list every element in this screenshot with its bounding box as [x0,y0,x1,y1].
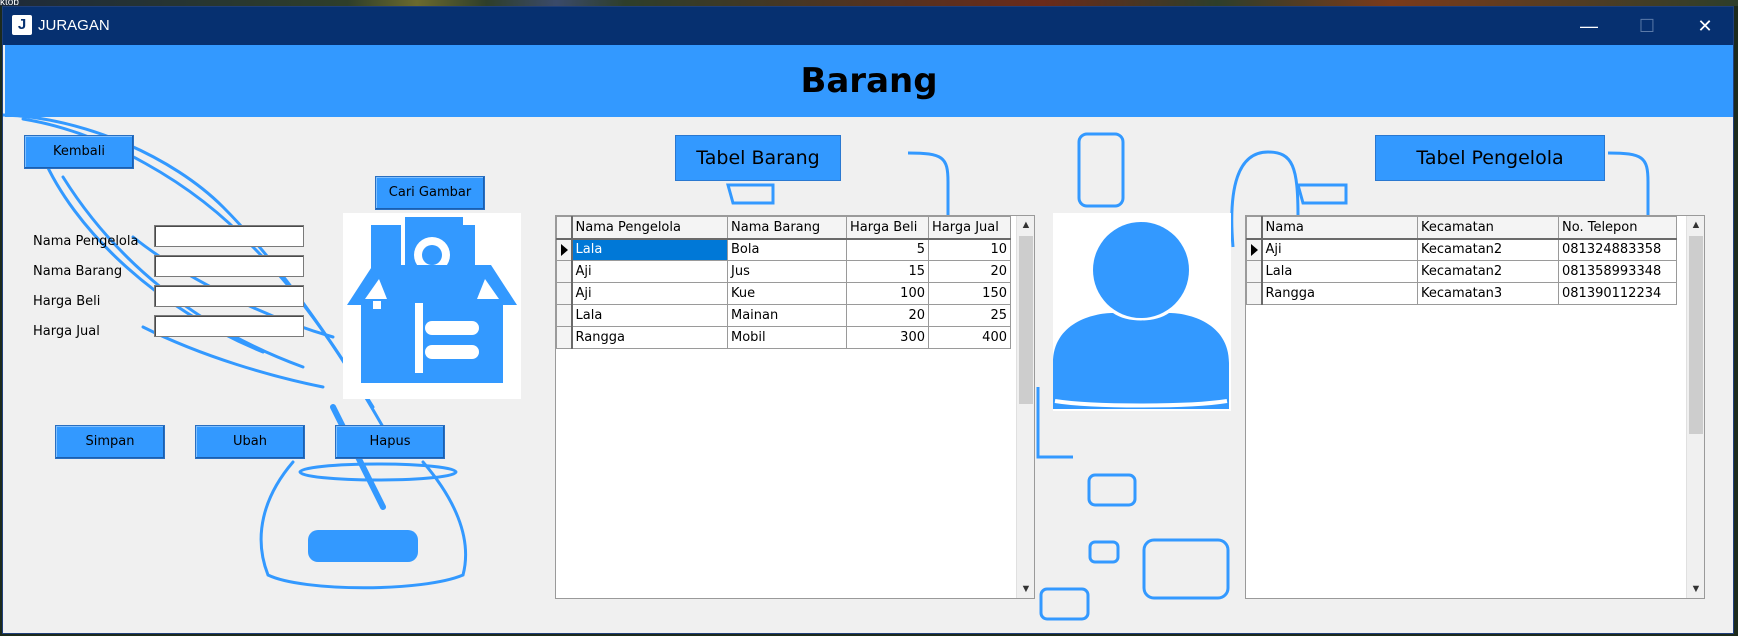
row-selector[interactable] [556,304,573,327]
table-row[interactable]: Lala Mainan 20 25 [556,304,1011,327]
table-cell[interactable]: 15 [846,260,929,283]
table-row[interactable]: Lala Bola 5 10 [556,238,1011,261]
app-window: J JURAGAN — ☐ ✕ Barang Kembali Cari Gamb… [2,6,1734,634]
browse-image-button[interactable]: Cari Gambar [375,176,485,210]
table-cell[interactable]: Rangga [1261,282,1418,305]
table-header-row: Nama Pengelola Nama Barang Harga Beli Ha… [556,216,1011,240]
table-cell[interactable]: Aji [571,260,728,283]
table-row[interactable]: Rangga Kecamatan3 081390112234 [1246,282,1677,305]
row-selector[interactable] [1246,282,1263,305]
row-header-corner [1246,216,1263,240]
nama-barang-field[interactable] [154,255,304,277]
table-cell[interactable]: 100 [846,282,929,305]
table-cell[interactable]: Lala [1261,260,1418,283]
table-cell[interactable]: 400 [928,326,1011,349]
table-cell[interactable]: 300 [846,326,929,349]
column-header[interactable]: Harga Jual [928,216,1011,240]
table-header-row: Nama Kecamatan No. Telepon [1246,216,1677,240]
table-cell[interactable]: Rangga [571,326,728,349]
table-row[interactable]: Aji Kecamatan2 081324883358 [1246,238,1677,261]
row-header-corner [556,216,573,240]
column-header[interactable]: Nama Pengelola [571,216,728,240]
row-selector[interactable] [556,260,573,283]
pengelola-table[interactable]: Nama Kecamatan No. Telepon Aji Kecamatan… [1245,215,1705,599]
table-cell[interactable]: 10 [928,238,1011,261]
back-button[interactable]: Kembali [24,135,134,169]
column-header[interactable]: Kecamatan [1417,216,1559,240]
table-cell[interactable]: 081324883358 [1558,238,1677,261]
harga-beli-field[interactable] [154,285,304,307]
row-selector[interactable] [556,326,573,349]
table-cell[interactable]: 081390112234 [1558,282,1677,305]
column-header[interactable]: Nama [1261,216,1418,240]
row-selector[interactable] [556,282,573,305]
product-image [343,213,521,399]
table-row[interactable]: Aji Jus 15 20 [556,260,1011,283]
column-header[interactable]: Nama Barang [727,216,847,240]
table-cell[interactable]: Kecamatan3 [1417,282,1559,305]
delete-button[interactable]: Hapus [335,425,445,459]
table-cell[interactable]: Mainan [727,304,847,327]
table-cell[interactable]: Jus [727,260,847,283]
nama-pengelola-label: Nama Pengelola [33,234,139,249]
table-row[interactable]: Rangga Mobil 300 400 [556,326,1011,349]
scroll-down-icon[interactable]: ▼ [1687,580,1704,598]
nama-pengelola-field[interactable] [154,225,304,247]
harga-beli-label: Harga Beli [33,294,101,309]
nama-barang-label: Nama Barang [33,264,123,279]
table-row[interactable]: Lala Kecamatan2 081358993348 [1246,260,1677,283]
edit-button[interactable]: Ubah [195,425,305,459]
person-image [1053,213,1231,411]
barang-table-caption: Tabel Barang [675,135,841,181]
table-cell[interactable]: Kecamatan2 [1417,238,1559,261]
current-row-icon [561,243,568,256]
table-cell[interactable]: Mobil [727,326,847,349]
column-header[interactable]: No. Telepon [1558,216,1677,240]
table-cell[interactable]: Bola [727,238,847,261]
pengelola-table-caption: Tabel Pengelola [1375,135,1605,181]
vertical-scrollbar[interactable]: ▲ ▼ [1016,216,1034,598]
row-selector[interactable] [1246,238,1263,261]
table-cell[interactable]: 5 [846,238,929,261]
row-selector[interactable] [556,238,573,261]
table-cell[interactable]: Aji [571,282,728,305]
table-cell[interactable]: Lala [571,238,728,261]
scroll-down-icon[interactable]: ▼ [1017,580,1034,598]
scroll-up-icon[interactable]: ▲ [1017,216,1034,234]
table-cell[interactable]: 20 [928,260,1011,283]
current-row-icon [1251,243,1258,256]
save-button[interactable]: Simpan [55,425,165,459]
table-cell[interactable]: 20 [846,304,929,327]
user-icon [1053,222,1229,409]
scrollbar-thumb[interactable] [1689,236,1703,434]
column-header[interactable]: Harga Beli [846,216,929,240]
harga-jual-label: Harga Jual [33,324,100,339]
table-row[interactable]: Aji Kue 100 150 [556,282,1011,305]
table-cell[interactable]: Lala [571,304,728,327]
scrollbar-thumb[interactable] [1019,236,1033,404]
barang-table[interactable]: Nama Pengelola Nama Barang Harga Beli Ha… [555,215,1035,599]
vertical-scrollbar[interactable]: ▲ ▼ [1686,216,1704,598]
box-icon [347,217,517,383]
row-selector[interactable] [1246,260,1263,283]
table-cell[interactable]: 081358993348 [1558,260,1677,283]
scroll-up-icon[interactable]: ▲ [1687,216,1704,234]
table-cell[interactable]: Aji [1261,238,1418,261]
table-cell[interactable]: Kecamatan2 [1417,260,1559,283]
harga-jual-field[interactable] [154,315,304,337]
table-cell[interactable]: Kue [727,282,847,305]
table-cell[interactable]: 25 [928,304,1011,327]
table-cell[interactable]: 150 [928,282,1011,305]
